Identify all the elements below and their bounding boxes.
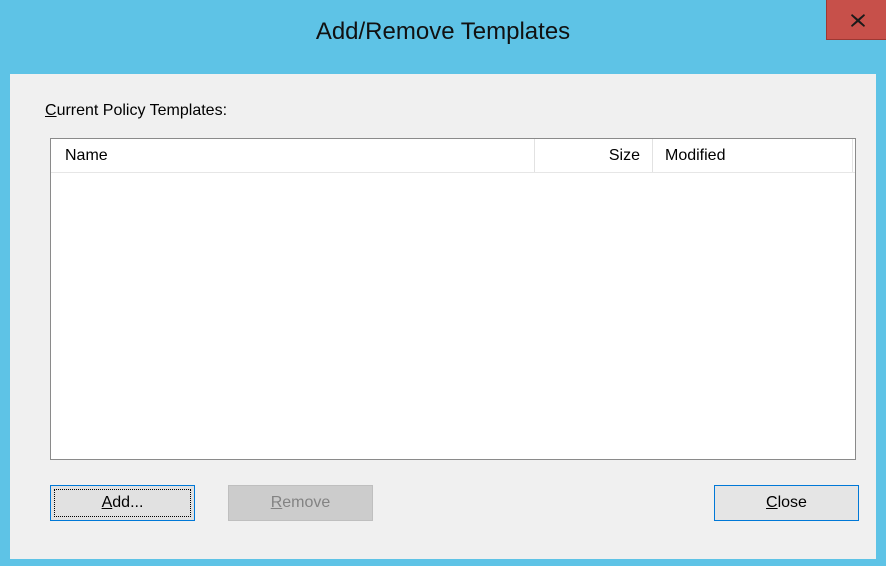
- title-bar[interactable]: Add/Remove Templates: [0, 0, 886, 74]
- templates-list[interactable]: Name Size Modified: [50, 138, 856, 460]
- close-label-text: lose: [777, 494, 807, 511]
- close-button-label: Close: [766, 494, 807, 511]
- add-remove-templates-dialog: Add/Remove Templates Current Policy Temp…: [0, 0, 886, 566]
- label-mnemonic: C: [45, 102, 57, 119]
- column-header-name[interactable]: Name: [51, 139, 535, 172]
- dialog-title: Add/Remove Templates: [315, 18, 571, 45]
- add-button[interactable]: Add...: [50, 485, 195, 521]
- column-header-size[interactable]: Size: [535, 139, 653, 172]
- remove-button-label: Remove: [271, 494, 331, 511]
- focus-rectangle: [54, 489, 191, 517]
- remove-button[interactable]: Remove: [228, 485, 373, 521]
- close-icon: [851, 14, 865, 27]
- list-header: Name Size Modified: [51, 139, 855, 173]
- label-text: urrent Policy Templates:: [56, 102, 228, 119]
- close-button[interactable]: Close: [714, 485, 859, 521]
- remove-label-text: emove: [282, 494, 331, 511]
- column-header-modified[interactable]: Modified: [653, 139, 853, 172]
- close-mnemonic: C: [766, 494, 778, 511]
- window-close-button[interactable]: [826, 0, 886, 40]
- dialog-content: Current Policy Templates: Name Size Modi…: [10, 74, 876, 559]
- current-policy-templates-label: Current Policy Templates:: [45, 102, 227, 120]
- remove-mnemonic: R: [270, 494, 283, 511]
